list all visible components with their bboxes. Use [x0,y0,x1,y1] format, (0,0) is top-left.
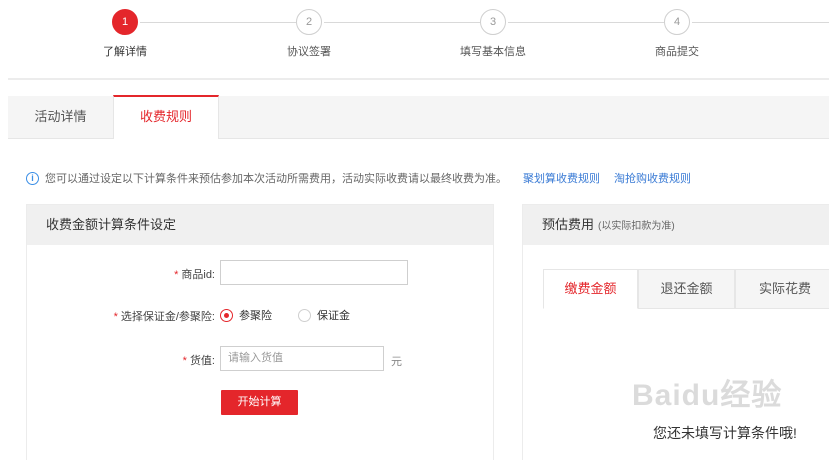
notice-text: 您可以通过设定以下计算条件来预估参加本次活动所需费用，活动实际收费请以最终收费为… [45,173,507,185]
product-id-label: * 商品id: [174,266,215,282]
required-mark: * [182,355,187,367]
radio-dot [220,308,233,322]
radio-label: 保证金 [317,310,350,322]
main-tabs: 活动详情 收费规则 [8,95,829,139]
step-3: 3 填写基本信息 [433,9,553,59]
panel-title-text: 预估费用 [542,217,595,232]
step-label: 了解详情 [103,46,147,58]
form-row-type: * 选择保证金/参聚险: [27,308,215,324]
step-2: 2 协议签署 [249,9,369,59]
juhuasuan-fee-rules-link[interactable]: 聚划算收费规则 [523,170,600,186]
step-number: 1 [112,9,138,35]
radio-baozhengjin[interactable]: 保证金 [298,307,350,323]
value-label-text: 货值: [189,355,215,367]
step-number: 4 [664,9,690,35]
baidu-jingyan-watermark: Baidu经验 [632,370,782,414]
step-progress: 1 了解详情 2 协议签署 3 填写基本信息 4 商品提交 [0,0,829,80]
step-label: 商品提交 [655,46,699,58]
unit-label: 元 [391,356,402,368]
empty-state-text: 您还未填写计算条件哦! [653,425,797,441]
form-row-value: * 货值: [27,352,215,368]
subtab-actual-cost[interactable]: 实际花费 [735,269,829,309]
form-row-product-id: * 商品id: [27,261,215,286]
step-4: 4 商品提交 [617,9,737,59]
required-mark: * [174,268,179,281]
step-label: 填写基本信息 [460,46,526,58]
subtab-refund-amount[interactable]: 退还金额 [638,269,735,309]
product-id-label-text: 商品id: [181,268,215,281]
divider [8,78,829,80]
value-label: * 货值: [183,352,215,368]
start-calculation-button[interactable]: 开始计算 [221,390,298,415]
step-number: 3 [480,9,506,35]
info-icon: i [26,171,39,185]
panel-subtitle: (以实际扣款为准) [598,221,675,232]
estimated-fee-panel: 预估费用 (以实际扣款为准) 缴费金额 退还金额 实际花费 您还未填写计算条件哦! [522,204,829,460]
info-notice: i 您可以通过设定以下计算条件来预估参加本次活动所需费用，活动实际收费请以最终收… [26,170,691,186]
type-label-text: 选择保证金/参聚险: [120,311,215,323]
watermark-text: Baidu经验 [632,379,783,412]
product-id-input[interactable] [220,260,408,285]
step-1: 1 了解详情 [65,9,185,59]
panel-title: 收费金额计算条件设定 [27,205,493,245]
calc-conditions-panel: 收费金额计算条件设定 * 商品id: * 选择保证金/参聚险: 参聚险 保证金 * 货… [26,204,494,460]
panel-title: 预估费用 (以实际扣款为准) [523,205,829,245]
required-mark: * [113,311,118,323]
tab-activity-details[interactable]: 活动详情 [8,96,113,139]
tab-fee-rules[interactable]: 收费规则 [113,95,219,139]
step-number: 2 [296,9,322,35]
value-input[interactable]: 请输入货值 [220,346,384,371]
radio-label: 参聚险 [239,310,272,322]
taoqianggou-fee-rules-link[interactable]: 淘抢购收费规则 [614,170,691,186]
type-label: * 选择保证金/参聚险: [114,308,215,324]
radio-canjuxian[interactable]: 参聚险 [220,307,272,323]
step-label: 协议签署 [287,46,331,58]
radio-dot [298,308,311,322]
subtab-payment-amount[interactable]: 缴费金额 [543,269,638,309]
